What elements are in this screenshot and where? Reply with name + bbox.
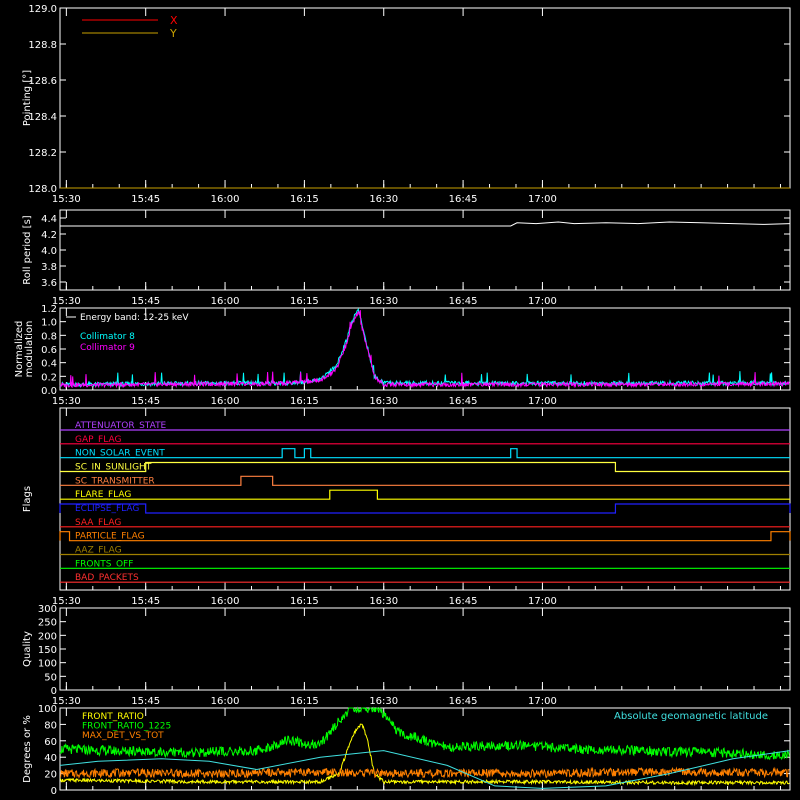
y-tick-label: 3.8 [41, 262, 57, 273]
x-tick-label: 16:30 [369, 194, 398, 205]
flag-label-bad_packets: BAD_PACKETS [75, 573, 139, 583]
x-tick-label: 15:45 [131, 696, 160, 707]
y-tick-label: 150 [38, 645, 57, 656]
y-tick-label: 80 [44, 720, 57, 731]
x-tick-label: 17:00 [528, 296, 557, 307]
y-tick-label: 1.2 [41, 304, 57, 315]
y-tick-label: 0.6 [41, 345, 57, 356]
legend-label: X [170, 14, 178, 27]
y-tick-label: 0 [51, 786, 57, 797]
flag-label-aaz_flag: AAZ_FLAG [75, 546, 122, 556]
x-tick-label: 16:15 [290, 396, 319, 407]
x-tick-label: 16:30 [369, 296, 398, 307]
x-tick-label: 16:00 [211, 296, 240, 307]
legend-label: Collimator 8 [80, 332, 135, 342]
x-tick-label: 16:30 [369, 696, 398, 707]
y-tick-label: 3.6 [41, 278, 57, 289]
y-axis-label: Flags [22, 486, 33, 512]
rhessi-quicklook-figure: Pointing [°]129.0128.8128.6128.4128.2128… [0, 0, 800, 800]
y-tick-label: 20 [44, 770, 57, 781]
x-tick-label: 16:45 [449, 396, 478, 407]
y-tick-label: 4.0 [41, 246, 57, 257]
y-tick-label: 40 [44, 753, 57, 764]
legend-label: Collimator 9 [80, 343, 135, 353]
x-tick-label: 16:00 [211, 696, 240, 707]
y-tick-label: 1.0 [41, 318, 57, 329]
y-tick-label: 128.6 [28, 76, 57, 87]
legend-label: MAX_DET_VS_TOT [82, 731, 164, 741]
x-tick-label: 17:00 [528, 194, 557, 205]
y-tick-label: 128.2 [28, 148, 57, 159]
x-tick-label: 15:30 [52, 396, 81, 407]
flag-label-fronts_off: FRONTS_OFF [75, 559, 133, 569]
y-axis-label: Roll period [s] [22, 215, 33, 284]
y-axis-label: modulation [24, 321, 35, 378]
x-tick-label: 15:45 [131, 296, 160, 307]
x-tick-label: 16:45 [449, 194, 478, 205]
figure-background [0, 0, 800, 800]
flag-label-flare_flag: FLARE_FLAG [75, 490, 131, 500]
y-tick-label: 60 [44, 737, 57, 748]
x-tick-label: 17:00 [528, 596, 557, 607]
x-tick-label: 16:15 [290, 296, 319, 307]
flag-label-sc_in_sunlight: SC_IN_SUNLIGHT [75, 463, 152, 473]
legend-label: FRONT_RATIO [82, 712, 144, 722]
x-tick-label: 16:30 [369, 596, 398, 607]
flag-label-gap_flag: GAP_FLAG [75, 435, 121, 445]
geomagnetic-latitude-annotation: Absolute geomagnetic latitude [614, 711, 768, 722]
y-tick-label: 0.4 [41, 359, 57, 370]
flag-label-attenuator_state: ATTENUATOR_STATE [75, 421, 167, 431]
y-tick-label: 0.2 [41, 372, 57, 383]
y-tick-label: 4.2 [41, 230, 57, 241]
x-tick-label: 16:30 [369, 396, 398, 407]
flag-label-particle_flag: PARTICLE_FLAG [75, 532, 145, 542]
x-tick-label: 16:15 [290, 194, 319, 205]
x-tick-label: 16:00 [211, 396, 240, 407]
x-tick-label: 15:45 [131, 596, 160, 607]
y-tick-label: 100 [38, 659, 57, 670]
y-tick-label: 0.8 [41, 331, 57, 342]
flag-label-non_solar_event: NON_SOLAR_EVENT [75, 449, 165, 459]
y-tick-label: 128.4 [28, 112, 57, 123]
x-tick-label: 16:15 [290, 596, 319, 607]
y-tick-label: 4.4 [41, 214, 57, 225]
y-tick-label: 200 [38, 631, 57, 642]
x-tick-label: 16:00 [211, 596, 240, 607]
y-tick-label: 250 [38, 618, 57, 629]
y-tick-label: 100 [38, 704, 57, 715]
x-tick-label: 16:15 [290, 696, 319, 707]
x-tick-label: 15:30 [52, 194, 81, 205]
x-tick-label: 16:45 [449, 596, 478, 607]
x-tick-label: 15:45 [131, 396, 160, 407]
x-tick-label: 16:45 [449, 696, 478, 707]
x-tick-label: 17:00 [528, 696, 557, 707]
y-tick-label: 50 [44, 672, 57, 683]
y-axis-label: Degrees or % [22, 715, 33, 783]
x-tick-label: 15:45 [131, 194, 160, 205]
flag-label-eclipse_flag: ECLIPSE_FLAG [75, 504, 139, 514]
y-tick-label: 129.0 [28, 4, 57, 15]
y-tick-label: 128.8 [28, 40, 57, 51]
x-tick-label: 17:00 [528, 396, 557, 407]
y-axis-label: Quality [22, 631, 33, 667]
x-tick-label: 16:00 [211, 194, 240, 205]
legend-label: FRONT_RATIO_1225 [82, 722, 171, 732]
flag-label-sc_transmitter: SC_TRANSMITTER [75, 476, 155, 486]
energy-band-annotation: Energy band: 12-25 keV [80, 313, 189, 323]
x-tick-label: 16:45 [449, 296, 478, 307]
flag-label-saa_flag: SAA_FLAG [75, 518, 121, 528]
y-tick-label: 300 [38, 604, 57, 615]
legend-label: Y [169, 27, 177, 40]
